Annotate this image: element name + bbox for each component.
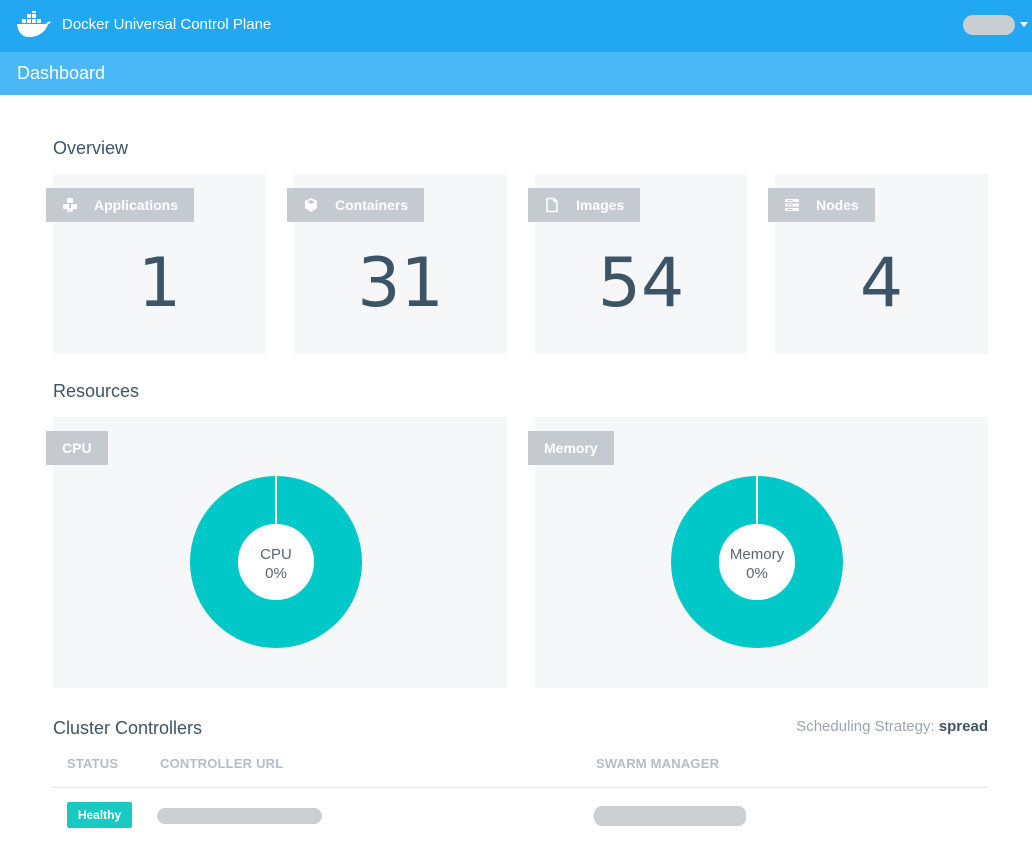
column-header-controller-url[interactable]: CONTROLLER URL [160, 756, 283, 771]
cpu-donut-label: CPU 0% [216, 545, 336, 583]
images-count: 54 [597, 244, 685, 323]
cpu-tag: CPU [46, 431, 108, 465]
app-title[interactable]: Docker Universal Control Plane [62, 16, 271, 33]
images-label: Images [576, 197, 625, 213]
images-tag: Images [528, 188, 641, 222]
scheduling-strategy: Scheduling Strategy: spread [796, 718, 988, 735]
column-header-status[interactable]: STATUS [67, 756, 118, 771]
overview-title: Overview [53, 138, 129, 158]
applications-tag: Applications [46, 188, 195, 222]
cpu-chart-value: 0% [265, 565, 287, 582]
nodes-count: 4 [859, 244, 904, 323]
scheduling-strategy-value: spread [938, 718, 988, 735]
memory-donut-label: Memory 0% [697, 545, 817, 583]
memory-tag: Memory [528, 431, 614, 465]
applications-count: 1 [137, 244, 182, 323]
containers-label: Containers [335, 197, 409, 213]
resources-title: Resources [53, 381, 140, 401]
containers-tag: Containers [287, 188, 425, 222]
memory-tag-label: Memory [544, 440, 598, 456]
cpu-tag-label: CPU [62, 440, 92, 456]
column-header-swarm-manager[interactable]: SWARM MANAGER [596, 756, 719, 771]
memory-chart-value: 0% [746, 565, 768, 582]
cube-icon [305, 198, 317, 212]
page-header [0, 52, 1032, 95]
docker-whale-icon[interactable] [16, 11, 52, 39]
cpu-chart-name: CPU [260, 546, 292, 563]
server-icon [785, 199, 799, 211]
applications-label: Applications [94, 197, 179, 213]
redacted-swarm-manager [594, 806, 746, 826]
user-avatar[interactable] [963, 15, 1015, 35]
nodes-label: Nodes [816, 197, 859, 213]
file-icon [546, 197, 558, 213]
redacted-controller-url [157, 808, 322, 824]
memory-chart-name: Memory [729, 546, 785, 563]
scheduling-strategy-label: Scheduling Strategy: [796, 718, 935, 735]
status-badge: Healthy [67, 802, 132, 828]
containers-count: 31 [357, 244, 444, 323]
nodes-tag: Nodes [768, 188, 875, 222]
table-divider [53, 787, 988, 788]
applications-icon [63, 198, 77, 212]
cluster-controllers-title: Cluster Controllers [53, 718, 203, 738]
chevron-down-icon[interactable] [1020, 22, 1028, 27]
page-title: Dashboard [17, 63, 106, 83]
